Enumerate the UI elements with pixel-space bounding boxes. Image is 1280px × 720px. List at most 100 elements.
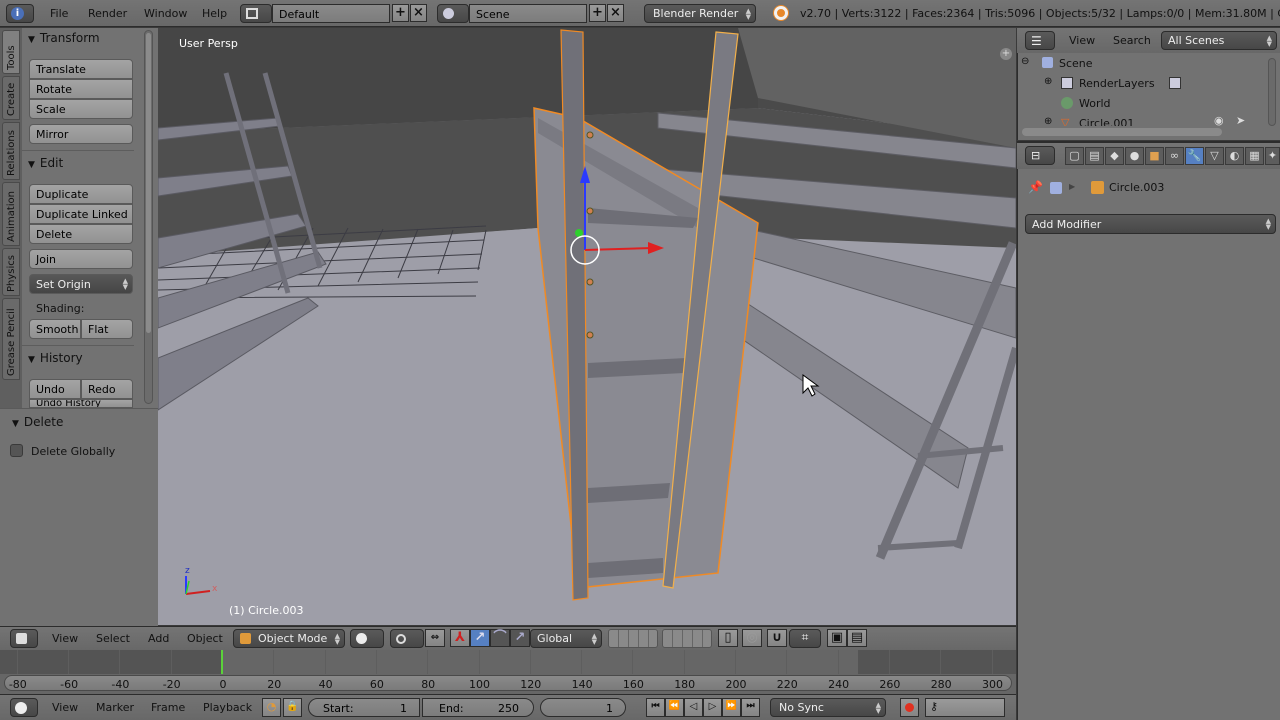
undo-button[interactable]: Undo xyxy=(29,379,81,399)
tab-tools[interactable]: Tools xyxy=(2,30,20,74)
tab-render-layers[interactable]: ▤ xyxy=(1085,147,1104,165)
editor-type-button[interactable] xyxy=(10,698,38,717)
manipulator-move-toggle[interactable]: ↗ xyxy=(470,629,490,647)
snap-toggle[interactable]: ∪ xyxy=(767,629,787,647)
collapse-icon[interactable]: ⊖ xyxy=(1021,56,1029,67)
join-button[interactable]: Join xyxy=(29,249,133,269)
screen-layout-field[interactable]: Default xyxy=(272,4,390,23)
current-frame-marker[interactable] xyxy=(221,650,223,674)
redo-button[interactable]: Redo xyxy=(81,379,133,399)
scene-selector[interactable] xyxy=(437,4,469,23)
undo-history-button[interactable]: Undo History xyxy=(29,399,133,408)
proportional-edit-toggle[interactable]: ◎ xyxy=(742,629,762,647)
jump-keyframe-forward-button[interactable]: ⏩ xyxy=(722,698,741,717)
editor-type-button[interactable]: ⊟ xyxy=(1025,146,1055,165)
tab-object[interactable]: ■ xyxy=(1145,147,1164,165)
snap-element-dropdown[interactable]: ⌗ xyxy=(789,629,821,648)
current-frame-field[interactable]: 1 xyxy=(540,698,626,717)
tab-render[interactable]: ▢ xyxy=(1065,147,1084,165)
tab-object-data[interactable]: ▽ xyxy=(1205,147,1224,165)
jump-keyframe-back-button[interactable]: ⏪ xyxy=(665,698,684,717)
add-scene-button[interactable]: + xyxy=(589,4,606,22)
menu-marker[interactable]: Marker xyxy=(96,701,134,714)
rotate-button[interactable]: Rotate xyxy=(29,79,133,99)
menu-object[interactable]: Object xyxy=(187,632,223,645)
opengl-render-animation-button[interactable]: ▤ xyxy=(847,629,867,647)
preview-range-toggle[interactable]: ◔ xyxy=(262,698,281,717)
sync-mode-dropdown[interactable]: No Sync ▲ ▼ xyxy=(770,698,886,717)
tab-modifiers[interactable]: 🔧 xyxy=(1185,147,1204,165)
manipulator-scale-toggle[interactable]: ↗ xyxy=(510,629,530,647)
play-button[interactable]: ▷ xyxy=(703,698,722,717)
shade-smooth-button[interactable]: Smooth xyxy=(29,319,81,339)
tab-particles[interactable]: ✦ xyxy=(1265,147,1280,165)
pivot-point-dropdown[interactable] xyxy=(390,629,424,648)
layer-buttons-1[interactable] xyxy=(608,629,658,648)
delete-button[interactable]: Delete xyxy=(29,224,133,244)
manipulator-rotate-toggle[interactable]: ⌒ xyxy=(490,629,510,647)
screen-layout-selector[interactable] xyxy=(240,4,272,23)
outliner-item-renderlayers[interactable]: ⊕ RenderLayers xyxy=(1018,74,1268,94)
tab-relations[interactable]: Relations xyxy=(2,122,20,180)
interaction-mode-dropdown[interactable]: Object Mode ▲ ▼ xyxy=(233,629,345,648)
menu-view[interactable]: View xyxy=(1069,34,1095,47)
lock-range-toggle[interactable]: 🔒 xyxy=(283,698,302,717)
menu-view[interactable]: View xyxy=(52,632,78,645)
translate-button[interactable]: Translate xyxy=(29,59,133,79)
shade-flat-button[interactable]: Flat xyxy=(81,319,133,339)
transform-orientation-dropdown[interactable]: Global ▲ ▼ xyxy=(530,629,602,648)
menu-file[interactable]: File xyxy=(50,7,68,20)
menu-help[interactable]: Help xyxy=(202,7,227,20)
tool-shelf-scrollbar[interactable] xyxy=(144,30,153,404)
tab-scene[interactable]: ◆ xyxy=(1105,147,1124,165)
outliner-h-scrollbar[interactable] xyxy=(1022,128,1222,136)
delete-globally-checkbox[interactable] xyxy=(10,444,23,457)
editor-type-button[interactable]: ☰ xyxy=(1025,31,1055,50)
outliner-item-scene[interactable]: ⊖ Scene xyxy=(1018,54,1268,74)
tab-grease-pencil[interactable]: Grease Pencil xyxy=(2,298,20,380)
menu-playback[interactable]: Playback xyxy=(203,701,252,714)
duplicate-button[interactable]: Duplicate xyxy=(29,184,133,204)
duplicate-linked-button[interactable]: Duplicate Linked xyxy=(29,204,133,224)
manipulator-toggle[interactable]: ⇔ xyxy=(425,629,445,647)
layer-buttons-2[interactable] xyxy=(662,629,712,648)
expand-icon[interactable]: ⊕ xyxy=(1044,76,1052,87)
display-mode-dropdown[interactable]: All Scenes ▲ ▼ xyxy=(1161,31,1277,50)
outliner-v-scrollbar[interactable] xyxy=(1268,58,1276,126)
editor-type-button[interactable]: i xyxy=(6,4,34,23)
pin-icon[interactable]: 📌 xyxy=(1028,180,1043,194)
expand-icon[interactable]: ⊕ xyxy=(1044,116,1052,126)
menu-view[interactable]: View xyxy=(52,701,78,714)
menu-window[interactable]: Window xyxy=(144,7,187,20)
tab-create[interactable]: Create xyxy=(2,76,20,120)
viewport-plus-icon[interactable]: + xyxy=(1000,48,1012,60)
tab-animation[interactable]: Animation xyxy=(2,182,20,246)
edit-panel-header[interactable]: ▼ Edit xyxy=(28,156,63,170)
add-modifier-dropdown[interactable]: Add Modifier ▲ ▼ xyxy=(1025,214,1276,234)
transform-panel-header[interactable]: ▼ Transform xyxy=(28,31,100,45)
play-reverse-button[interactable]: ◁ xyxy=(684,698,703,717)
outliner-item-circle-001[interactable]: ⊕ ▽ Circle.001 ◉ ➤ xyxy=(1018,114,1268,126)
menu-search[interactable]: Search xyxy=(1113,34,1151,47)
jump-end-button[interactable]: ⏭ xyxy=(741,698,760,717)
opengl-render-image-button[interactable]: ▣ xyxy=(827,629,847,647)
start-frame-field[interactable]: Start: 1 xyxy=(308,698,420,717)
history-panel-header[interactable]: ▼ History xyxy=(28,351,83,365)
viewport-shading-dropdown[interactable] xyxy=(350,629,384,648)
remove-scene-button[interactable]: × xyxy=(607,4,624,22)
scene-field[interactable]: Scene xyxy=(469,4,587,23)
visibility-eye-icon[interactable]: ◉ xyxy=(1214,114,1224,126)
record-keyframes-toggle[interactable] xyxy=(900,698,919,717)
end-frame-field[interactable]: End: 250 xyxy=(422,698,534,717)
3d-viewport[interactable]: User Persp z x (1) Circle.003 + xyxy=(158,28,1016,625)
selectability-cursor-icon[interactable]: ➤ xyxy=(1236,114,1245,126)
keying-set-field[interactable]: ⚷ xyxy=(925,698,1005,717)
tab-material[interactable]: ◐ xyxy=(1225,147,1244,165)
timeline-ruler[interactable]: -80 -60 -40 -20 0 20 40 60 80 100 120 140 160 180 200 2… xyxy=(4,675,1012,691)
tab-physics[interactable]: Physics xyxy=(2,248,20,296)
scale-button[interactable]: Scale xyxy=(29,99,133,119)
menu-render[interactable]: Render xyxy=(88,7,127,20)
render-engine-dropdown[interactable]: Blender Render ▲ ▼ xyxy=(644,4,756,23)
menu-frame[interactable]: Frame xyxy=(151,701,185,714)
editor-type-button[interactable] xyxy=(10,629,38,648)
